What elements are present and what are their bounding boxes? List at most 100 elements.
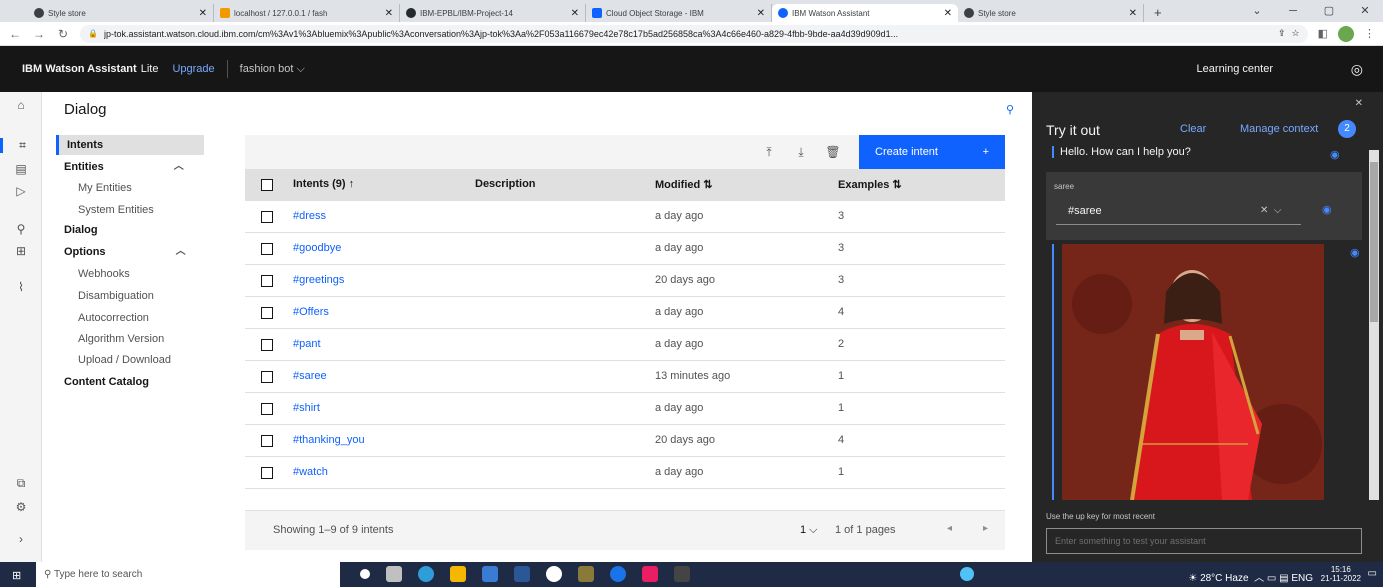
terminal-icon[interactable] [674, 566, 690, 582]
close-tab-icon[interactable]: ✕ [571, 8, 579, 19]
home-icon[interactable]: ⌂ [0, 98, 42, 112]
intent-name-link[interactable]: #watch [293, 466, 328, 478]
mail-icon[interactable] [482, 566, 498, 582]
versions-icon[interactable]: ⧉ [0, 476, 42, 491]
intents-icon[interactable]: ⌗ [0, 138, 42, 153]
sidebar-toggle-icon[interactable]: ◧ [1318, 27, 1328, 40]
integrations-icon[interactable]: ⊞ [0, 244, 42, 258]
vscode-icon[interactable] [514, 566, 530, 582]
row-checkbox[interactable] [261, 467, 273, 479]
intent-select-controls[interactable]: ✕ ⌵ [1260, 205, 1282, 216]
nav-autocorrection[interactable]: Autocorrection [78, 308, 149, 328]
nav-my-entities[interactable]: My Entities [78, 178, 132, 198]
intent-name-link[interactable]: #greetings [293, 274, 344, 286]
close-tab-icon[interactable]: ✕ [199, 8, 207, 19]
profile-avatar[interactable] [1338, 25, 1354, 42]
table-row[interactable]: #shirt a day ago 1 [245, 393, 1005, 425]
table-row[interactable]: #watch a day ago 1 [245, 457, 1005, 489]
minimize-button[interactable]: ─ [1275, 0, 1311, 22]
table-row[interactable]: #goodbye a day ago 3 [245, 233, 1005, 265]
next-page-icon[interactable]: ▸ [983, 523, 988, 534]
table-row[interactable]: #thanking_you 20 days ago 4 [245, 425, 1005, 457]
nav-options[interactable]: Options ︿ [64, 242, 186, 262]
help-icon[interactable] [960, 567, 974, 581]
task-view-icon[interactable] [360, 569, 370, 579]
close-window-button[interactable]: ✕ [1347, 0, 1383, 22]
windows-start-icon[interactable]: ⊞ [12, 569, 21, 582]
browser-menu-icon[interactable]: ⋮ [1364, 27, 1375, 40]
close-tab-icon[interactable]: ✕ [944, 8, 952, 19]
taskbar-clock[interactable]: 15:16 21-11-2022 [1321, 565, 1361, 583]
clear-link[interactable]: Clear [1180, 123, 1206, 135]
reload-button[interactable]: ↻ [56, 27, 70, 41]
scrollbar-thumb[interactable] [1370, 162, 1378, 322]
maximize-button[interactable]: ▢ [1311, 0, 1347, 22]
close-tab-icon[interactable]: ✕ [757, 8, 765, 19]
row-checkbox[interactable] [261, 403, 273, 415]
download-icon[interactable]: ⤓ [785, 145, 817, 160]
row-checkbox[interactable] [261, 307, 273, 319]
learning-center-link[interactable]: Learning center [1197, 63, 1273, 75]
user-profile-icon[interactable]: ◎ [1351, 61, 1363, 78]
nav-disambiguation[interactable]: Disambiguation [78, 286, 154, 306]
intent-name-link[interactable]: #saree [293, 370, 327, 382]
nav-intents[interactable]: Intents [56, 135, 204, 155]
intent-name-link[interactable]: #goodbye [293, 242, 341, 254]
chat-scrollbar[interactable] [1369, 150, 1379, 500]
chrome-icon[interactable] [610, 566, 626, 582]
table-row[interactable]: #pant a day ago 2 [245, 329, 1005, 361]
intent-name-link[interactable]: #shirt [293, 402, 320, 414]
chat-input[interactable]: Enter something to test your assistant [1046, 528, 1362, 554]
row-checkbox[interactable] [261, 211, 273, 223]
intent-name-link[interactable]: #pant [293, 338, 321, 350]
close-tab-icon[interactable]: ✕ [1129, 8, 1137, 19]
table-row[interactable]: #Offers a day ago 4 [245, 297, 1005, 329]
nav-algorithm-version[interactable]: Algorithm Version [78, 329, 164, 349]
multitask-icon[interactable] [386, 566, 402, 582]
nav-content-catalog[interactable]: Content Catalog [64, 372, 149, 392]
delete-icon[interactable]: 🗑 [817, 145, 849, 159]
tab-search-icon[interactable]: ⌄ [1239, 0, 1275, 22]
row-checkbox[interactable] [261, 275, 273, 287]
search-icon[interactable]: ⚲ [1006, 103, 1014, 116]
assistant-switcher[interactable]: fashion bot ⌵ [240, 63, 305, 76]
browser-tab[interactable]: localhost / 127.0.0.1 / fash ✕ [214, 4, 400, 22]
browser-tab[interactable]: Cloud Object Storage - IBM ✕ [586, 4, 772, 22]
browser-tab[interactable]: Style store ✕ [28, 4, 214, 22]
table-row[interactable]: #greetings 20 days ago 3 [245, 265, 1005, 297]
col-header-examples[interactable]: Examples ⇅ [838, 178, 902, 191]
browser-tab-active[interactable]: IBM Watson Assistant ✕ [772, 4, 958, 22]
close-panel-icon[interactable]: ✕ [1355, 98, 1363, 109]
expand-rail-icon[interactable]: › [0, 532, 42, 546]
product-name[interactable]: IBM Watson Assistant Lite [0, 63, 158, 75]
browser-tab[interactable]: IBM-EPBL/IBM-Project-14 ✕ [400, 4, 586, 22]
upgrade-link[interactable]: Upgrade [172, 60, 228, 78]
entities-icon[interactable]: ▤ [0, 162, 42, 176]
back-button[interactable]: ← [8, 27, 22, 41]
select-all-checkbox[interactable] [261, 179, 273, 191]
github-desktop-icon[interactable] [546, 566, 562, 582]
actions-icon[interactable]: ⚲ [0, 222, 42, 236]
col-header-intents[interactable]: Intents (9) ↑ [293, 178, 354, 190]
nav-dialog[interactable]: Dialog [64, 220, 98, 240]
upload-icon[interactable]: ⤒ [753, 145, 785, 160]
row-checkbox[interactable] [261, 243, 273, 255]
row-checkbox[interactable] [261, 371, 273, 383]
nav-webhooks[interactable]: Webhooks [78, 264, 130, 284]
prev-page-icon[interactable]: ◂ [947, 523, 952, 534]
url-field[interactable]: 🔒 jp-tok.assistant.watson.cloud.ibm.com/c… [80, 24, 1308, 43]
view-icon[interactable]: ◉ [1350, 246, 1360, 259]
taskbar-search[interactable]: ⚲ Type here to search [36, 562, 340, 587]
file-explorer-icon[interactable] [450, 566, 466, 582]
dialog-play-icon[interactable]: ▷ [0, 184, 42, 198]
intent-name-link[interactable]: #thanking_you [293, 434, 365, 446]
nav-entities[interactable]: Entities ︿ [64, 157, 184, 177]
app-icon[interactable] [642, 566, 658, 582]
col-header-modified[interactable]: Modified ⇅ [655, 178, 713, 191]
page-select[interactable]: 1 ⌵ [800, 524, 818, 537]
analytics-icon[interactable]: ⌇ [0, 280, 42, 294]
notification-icon[interactable]: ▭ [1368, 568, 1377, 579]
nav-upload-download[interactable]: Upload / Download [78, 350, 171, 370]
bookmark-star-icon[interactable]: ☆ [1292, 28, 1300, 39]
nav-system-entities[interactable]: System Entities [78, 200, 154, 220]
